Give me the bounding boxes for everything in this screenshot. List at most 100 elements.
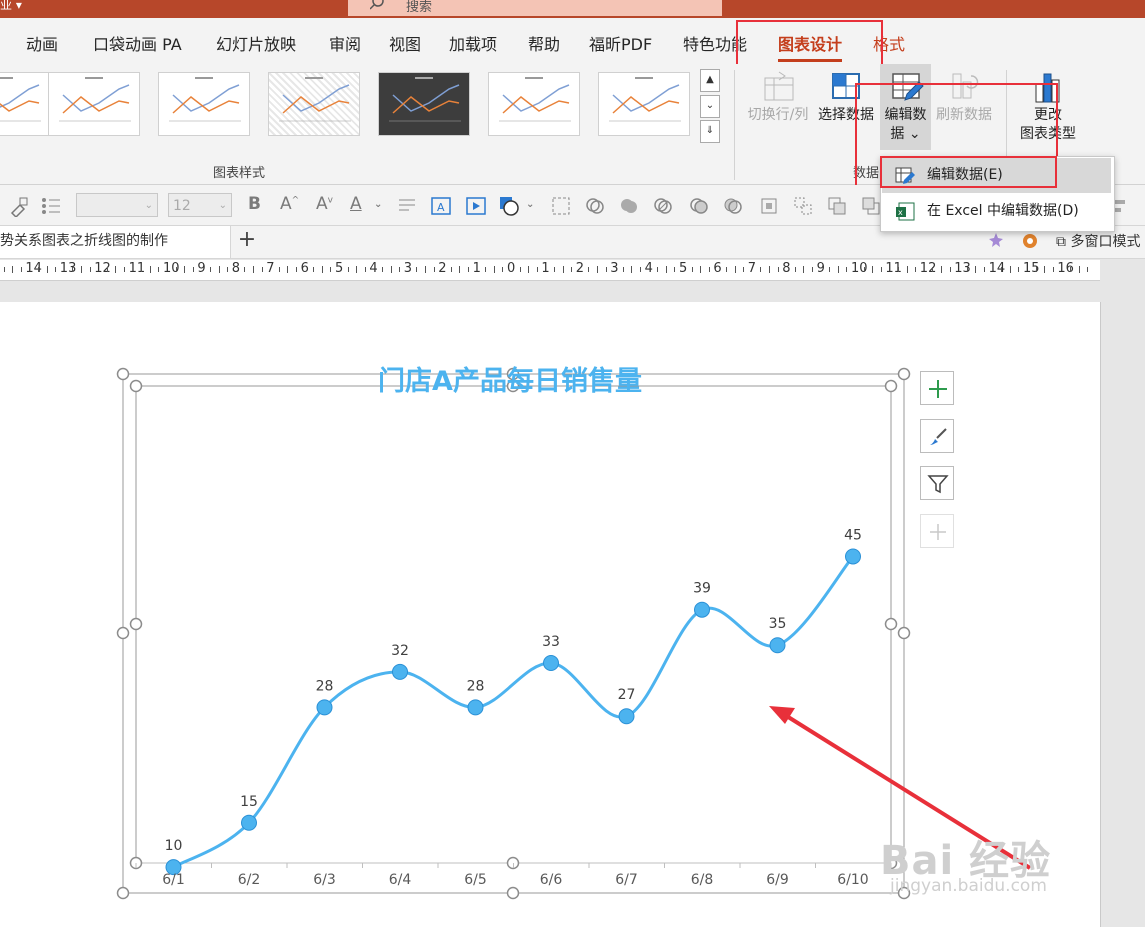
tab-format[interactable]: 格式 <box>873 31 905 55</box>
gallery-more[interactable]: ⇓ <box>700 120 720 143</box>
chart-style-thumbnail[interactable] <box>268 72 360 136</box>
decrease-font-icon[interactable]: Av <box>316 194 333 214</box>
font-color-icon[interactable]: A <box>350 194 362 214</box>
bold-icon[interactable]: B <box>248 194 261 214</box>
shapes-icon[interactable] <box>498 195 520 217</box>
ruler-tick <box>906 266 908 273</box>
tab-review[interactable]: 审阅 <box>329 31 361 55</box>
ruler-tick <box>829 267 831 272</box>
ruler-tick <box>321 266 323 273</box>
group-icon[interactable] <box>792 195 814 217</box>
refresh-data-button[interactable]: 刷新数据 <box>932 70 996 125</box>
select-data-button[interactable]: 选择数据 <box>814 70 878 125</box>
select-pane-icon[interactable] <box>550 195 572 217</box>
ruler-tick <box>1078 266 1080 273</box>
add-tab-icon[interactable]: + <box>236 229 258 252</box>
change-chart-type-label-line1: 更改 <box>1034 107 1062 123</box>
ruler-tick <box>364 267 366 272</box>
search-box[interactable]: 搜索 <box>348 0 722 16</box>
merge-shapes-icon[interactable] <box>584 195 606 217</box>
ruler-tick <box>1052 267 1054 272</box>
change-chart-type-button[interactable]: 更改 图表类型 <box>1012 70 1084 144</box>
edit-data-button[interactable]: 编辑数 据 ⌄ <box>880 64 931 150</box>
chart-style-thumbnail[interactable] <box>0 72 50 136</box>
chart-styles-button[interactable] <box>920 419 954 453</box>
ruler-tick <box>313 267 315 272</box>
menu-item-edit-data[interactable]: 编辑数据(E) <box>882 158 1111 193</box>
ruler-tick <box>562 266 564 273</box>
ribbon-tabs: 动画 口袋动画 PA 幻灯片放映 审阅 视图 加载项 帮助 福昕PDF 特色功能… <box>0 18 1145 64</box>
ruler-tick <box>941 266 942 273</box>
magic-wand-icon[interactable] <box>986 231 1006 251</box>
ruler-tick <box>665 266 667 273</box>
ruler-label: 3 <box>610 261 619 276</box>
ruler-label: 4 <box>369 261 378 276</box>
ruler-tick <box>657 267 659 272</box>
tab-addins[interactable]: 加载项 <box>449 31 497 55</box>
send-backward-icon[interactable] <box>860 195 882 217</box>
increase-font-icon[interactable]: A^ <box>280 194 299 214</box>
multi-window-mode-button[interactable]: ⧉ 多窗口模式 <box>1056 231 1140 251</box>
chart-style-thumbnail[interactable] <box>488 72 580 136</box>
font-name-select[interactable]: ⌄ <box>76 193 158 217</box>
text-box-icon[interactable]: A <box>430 195 452 217</box>
gallery-scroll-down[interactable]: ⌄ <box>700 95 720 118</box>
tab-slideshow[interactable]: 幻灯片放映 <box>216 31 296 55</box>
chart-styles-label: 图表样式 <box>213 166 266 181</box>
tab-pocket-animation[interactable]: 口袋动画 PA <box>93 31 182 55</box>
menu-item-edit-data-label: 编辑数据(E) <box>927 167 1003 183</box>
chevron-down-icon[interactable]: ⌄ <box>374 199 382 210</box>
chart-style-thumbnail[interactable] <box>378 72 470 136</box>
ruler-label: 1 <box>472 261 481 276</box>
chart-style-thumbnail[interactable] <box>158 72 250 136</box>
chart-elements-button[interactable] <box>920 371 954 405</box>
tab-help[interactable]: 帮助 <box>528 31 560 55</box>
ruler-tick <box>528 266 530 273</box>
chevron-down-icon: ⌄ <box>908 126 921 142</box>
shape-fill-icon[interactable] <box>465 195 487 217</box>
chart-add-button[interactable] <box>920 514 954 548</box>
fragment-shapes-icon[interactable] <box>688 195 710 217</box>
bullet-list-icon[interactable] <box>40 195 62 217</box>
edit-data-icon <box>895 167 915 184</box>
ruler-tick <box>502 267 504 272</box>
chart-filters-button[interactable] <box>920 466 954 500</box>
slide-border <box>1100 302 1101 927</box>
tab-foxit-pdf[interactable]: 福昕PDF <box>589 31 652 55</box>
chevron-down-icon: ⌄ <box>144 200 153 211</box>
chart-style-thumbnail[interactable] <box>48 72 140 136</box>
align-icon[interactable] <box>758 195 780 217</box>
intersect-shapes-icon[interactable] <box>722 195 744 217</box>
ruler-label: 8 <box>782 261 791 276</box>
settings-gear-icon[interactable] <box>1020 231 1040 251</box>
chart-title[interactable]: 门店A产品每日销售量 <box>300 359 720 398</box>
ruler-tick <box>192 267 194 272</box>
svg-text:x: x <box>898 208 903 217</box>
union-shapes-icon[interactable] <box>618 195 640 217</box>
bring-forward-icon[interactable] <box>826 195 848 217</box>
ruler-label: 13 <box>954 261 971 276</box>
font-size-select[interactable]: 12 ⌄ <box>168 193 232 217</box>
ruler-tick <box>640 267 641 272</box>
document-tab-current[interactable]: 势关系图表之折线图的制作 <box>0 226 231 258</box>
ruler-label: 4 <box>644 261 653 276</box>
tab-animation[interactable]: 动画 <box>26 31 58 55</box>
tab-chart-design[interactable]: 图表设计 <box>778 31 843 62</box>
text-direction-icon[interactable] <box>396 195 418 217</box>
format-painter-icon[interactable] <box>8 195 30 217</box>
chart-style-thumbnail[interactable] <box>598 72 690 136</box>
tab-special-features[interactable]: 特色功能 <box>683 31 747 55</box>
menu-item-edit-in-excel[interactable]: x 在 Excel 中编辑数据(D) <box>882 194 1111 229</box>
ruler-tick <box>20 267 22 272</box>
tab-view[interactable]: 视图 <box>389 31 421 55</box>
ruler-tick <box>210 267 211 272</box>
ruler-tick <box>218 266 220 273</box>
change-chart-type-label-line2: 图表类型 <box>1020 126 1076 142</box>
switch-row-col-icon <box>764 71 794 101</box>
chevron-down-icon[interactable]: ⌄ <box>526 199 534 210</box>
ruler-tick <box>597 266 598 273</box>
gallery-scroll-up[interactable]: ▲ <box>700 69 720 92</box>
ruler-tick <box>803 266 805 273</box>
combine-shapes-icon[interactable] <box>652 195 674 217</box>
switch-row-col-button[interactable]: 切换行/列 <box>742 70 814 125</box>
